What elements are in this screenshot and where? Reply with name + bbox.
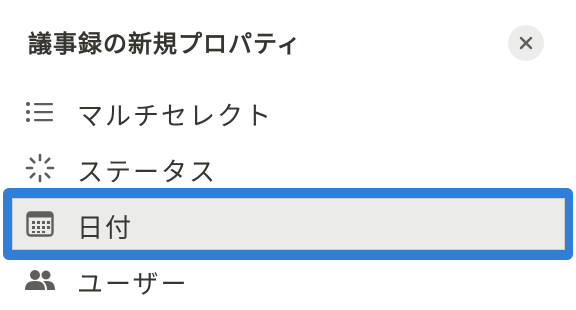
calendar-icon (24, 209, 56, 239)
close-icon (519, 36, 533, 50)
status-loader-icon (24, 153, 56, 183)
property-type-list: マルチセレクト ステータス 日付 ユーザー (0, 84, 576, 308)
property-type-label: ステータス (77, 158, 218, 188)
property-type-multi-select[interactable]: マルチセレクト (0, 84, 576, 140)
panel-title: 議事録の新規プロパティ (28, 30, 302, 58)
property-type-label: ユーザー (77, 270, 189, 300)
new-property-panel: 議事録の新規プロパティ マルチセレクト ステータス 日付 ユーザー (0, 0, 576, 310)
property-type-person[interactable]: ユーザー (0, 252, 576, 308)
people-icon (24, 265, 56, 295)
property-type-label: 日付 (77, 214, 134, 244)
property-type-label: マルチセレクト (77, 102, 274, 132)
list-icon (24, 97, 56, 127)
property-type-date[interactable]: 日付 (3, 188, 573, 260)
close-button[interactable] (508, 25, 544, 61)
panel-header: 議事録の新規プロパティ (0, 18, 576, 68)
